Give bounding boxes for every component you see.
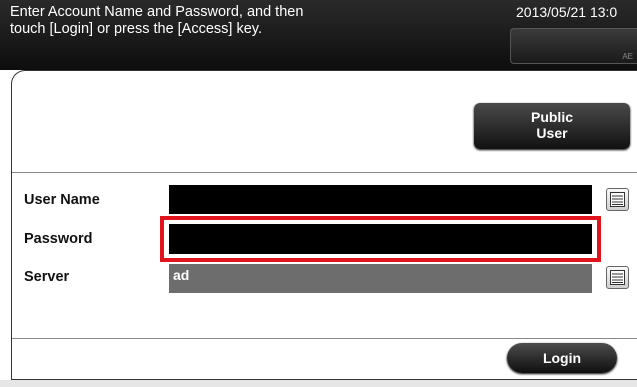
public-user-button[interactable]: Public User (474, 103, 630, 149)
server-keyboard-button[interactable] (606, 266, 629, 289)
password-highlight-box (160, 216, 601, 262)
keyboard-icon (610, 192, 625, 207)
keyboard-icon (610, 270, 625, 285)
user-name-field[interactable] (169, 185, 592, 214)
server-field: ad (169, 264, 592, 293)
panel-bottom-edge (0, 380, 637, 387)
status-indicator-label: AE (622, 52, 633, 61)
divider-bottom (12, 338, 637, 339)
datetime-display: 2013/05/21 13:0 (516, 4, 618, 20)
status-indicator: AE (510, 28, 637, 64)
login-button[interactable]: Login (507, 343, 617, 373)
instruction-text: Enter Account Name and Password, and the… (10, 4, 304, 37)
top-header-bar: Enter Account Name and Password, and the… (0, 0, 637, 70)
server-label: Server (24, 269, 70, 285)
user-name-label: User Name (24, 192, 100, 208)
divider-top (12, 172, 637, 173)
password-label: Password (24, 231, 93, 247)
user-name-keyboard-button[interactable] (606, 188, 629, 211)
